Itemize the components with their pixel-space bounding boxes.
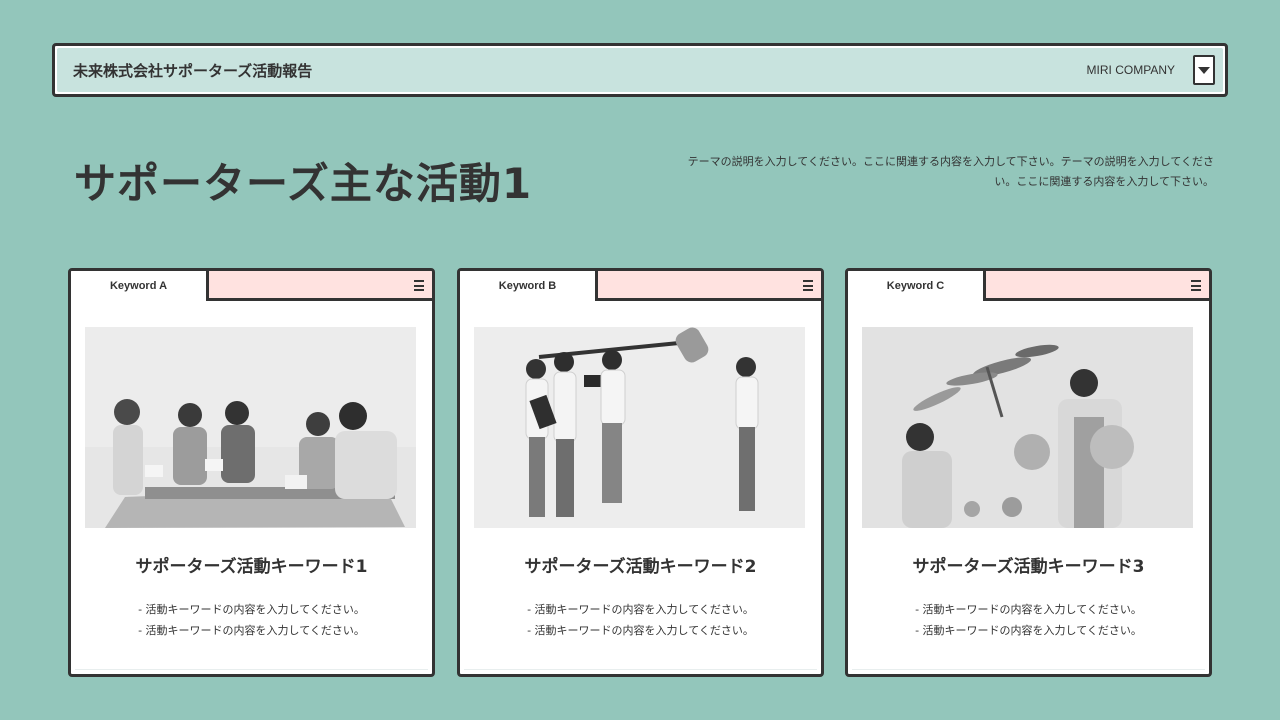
card-heading: サポーターズ活動キーワード1 [135,557,368,577]
page-description: テーマの説明を入力してください。ここに関連する内容を入力して下さい。テーマの説明… [687,155,1214,188]
card-text-line: - 活動キーワードの内容を入力してください。 [138,603,365,616]
tab-strip-divider [209,298,432,301]
tab-strip-divider [598,298,821,301]
card-body-text: - 活動キーワードの内容を入力してください。 - 活動キーワードの内容を入力して… [848,599,1209,641]
card-bottom-line [852,669,1205,670]
card-text-line: - 活動キーワードの内容を入力してください。 [527,603,754,616]
card-text-line: - 活動キーワードの内容を入力してください。 [138,624,365,637]
card-tab-label[interactable]: Keyword A [71,271,209,301]
header-inner: 未来株式会社サポーターズ活動報告 MIRI COMPANY [57,48,1223,92]
hamburger-menu-icon[interactable] [1191,280,1201,291]
card-tab-label[interactable]: Keyword B [460,271,598,301]
card-photo [862,327,1193,528]
card-photo [474,327,805,528]
header-dropdown-button[interactable] [1193,55,1215,85]
card-tab-label[interactable]: Keyword C [848,271,986,301]
card-body-text: - 活動キーワードの内容を入力してください。 - 活動キーワードの内容を入力して… [460,599,821,641]
keyword-card-a: Keyword A サポーターズ活動キーワード1 - 活動キーワードの内容を入力… [68,268,435,677]
card-text-line: - 活動キーワードの内容を入力してください。 [915,603,1142,616]
card-text-line: - 活動キーワードの内容を入力してください。 [527,624,754,637]
tab-strip-divider [986,298,1209,301]
hamburger-menu-icon[interactable] [414,280,424,291]
card-photo [85,327,416,528]
card-text-line: - 活動キーワードの内容を入力してください。 [915,624,1142,637]
header-bar: 未来株式会社サポーターズ活動報告 MIRI COMPANY [52,43,1228,97]
card-tab-strip: Keyword B [460,271,821,301]
hamburger-menu-icon[interactable] [803,280,813,291]
card-heading: サポーターズ活動キーワード3 [912,557,1145,577]
card-heading: サポーターズ活動キーワード2 [524,557,757,577]
keyword-card-c: Keyword C サポーターズ活動キーワード3 - 活動キーワードの内容を入力… [845,268,1212,677]
card-bottom-line [75,669,428,670]
card-body-text: - 活動キーワードの内容を入力してください。 - 活動キーワードの内容を入力して… [71,599,432,641]
card-tab-strip: Keyword C [848,271,1209,301]
keyword-card-b: Keyword B サポーターズ活動キーワード2 - 活動キーワードの内容を入力… [457,268,824,677]
page-title: サポーターズ主な活動1 [74,159,533,208]
company-name: MIRI COMPANY [1086,63,1175,77]
card-tab-strip: Keyword A [71,271,432,301]
app-title: 未来株式会社サポーターズ活動報告 [73,61,313,80]
caret-down-icon [1198,66,1210,74]
card-bottom-line [464,669,817,670]
